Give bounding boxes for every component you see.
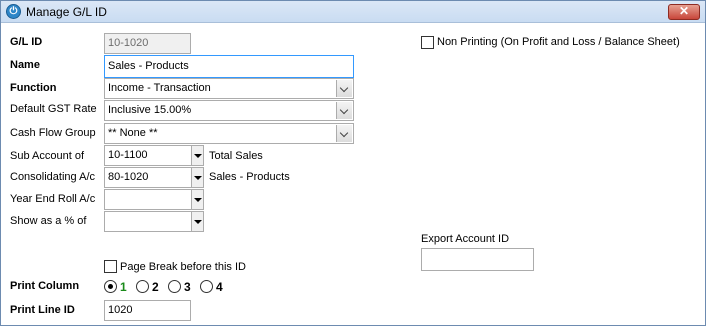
year-end-roll-label: Year End Roll A/c <box>10 193 96 205</box>
consolidating-value: 80-1020 <box>108 171 149 183</box>
dropdown-arrow-icon[interactable] <box>191 190 203 209</box>
function-value: Income - Transaction <box>108 82 211 94</box>
page-break-label: Page Break before this ID <box>120 261 246 273</box>
print-column-option-4: 4 <box>216 280 223 294</box>
print-column-label: Print Column <box>10 280 80 292</box>
cash-flow-value: ** None ** <box>108 127 158 139</box>
gst-rate-label: Default GST Rate <box>10 103 97 115</box>
show-as-percent-label: Show as a % of <box>10 215 87 227</box>
consolidating-combo[interactable]: 80-1020 <box>104 167 204 188</box>
show-as-percent-combo[interactable] <box>104 211 204 232</box>
manage-gl-id-window: ⏻ Manage G/L ID ✕ G/L ID 10-1020 Name Sa… <box>0 0 706 326</box>
cash-flow-label: Cash Flow Group <box>10 127 96 139</box>
name-label: Name <box>10 59 40 71</box>
consolidating-description: Sales - Products <box>209 171 290 183</box>
dropdown-arrow-icon[interactable] <box>191 146 203 165</box>
print-column-radio-2[interactable] <box>136 280 149 293</box>
print-column-option-3: 3 <box>184 280 191 294</box>
print-line-id-field[interactable]: 1020 <box>104 300 191 321</box>
page-break-checkbox[interactable] <box>104 260 117 273</box>
form-body: G/L ID 10-1020 Name Sales - Products Fun… <box>1 24 705 325</box>
year-end-roll-combo[interactable] <box>104 189 204 210</box>
gl-id-field: 10-1020 <box>104 33 191 54</box>
dropdown-arrow-icon[interactable] <box>191 168 203 187</box>
print-column-radio-4[interactable] <box>200 280 213 293</box>
title-bar: ⏻ Manage G/L ID ✕ <box>1 1 705 23</box>
print-column-option-1: 1 <box>120 280 127 294</box>
chevron-down-icon[interactable] <box>336 80 352 97</box>
non-printing-label: Non Printing (On Profit and Loss / Balan… <box>437 36 680 48</box>
sub-account-value: 10-1100 <box>108 149 148 161</box>
print-column-radio-1[interactable] <box>104 280 117 293</box>
export-account-field[interactable] <box>421 248 534 271</box>
print-column-radio-3[interactable] <box>168 280 181 293</box>
app-power-icon: ⏻ <box>6 4 21 19</box>
print-column-option-2: 2 <box>152 280 159 294</box>
name-field[interactable]: Sales - Products <box>104 55 354 78</box>
window-title: Manage G/L ID <box>26 5 107 19</box>
close-button[interactable]: ✕ <box>668 4 700 20</box>
chevron-down-icon[interactable] <box>336 102 352 119</box>
dropdown-arrow-icon[interactable] <box>191 212 203 231</box>
sub-account-description: Total Sales <box>209 150 263 162</box>
sub-account-label: Sub Account of <box>10 150 84 162</box>
chevron-down-icon[interactable] <box>336 125 352 142</box>
gst-rate-value: Inclusive 15.00% <box>108 104 192 116</box>
gst-rate-dropdown[interactable]: Inclusive 15.00% <box>104 100 354 121</box>
non-printing-checkbox[interactable] <box>421 36 434 49</box>
function-label: Function <box>10 82 57 94</box>
print-line-id-label: Print Line ID <box>10 304 75 316</box>
sub-account-combo[interactable]: 10-1100 <box>104 145 204 166</box>
gl-id-label: G/L ID <box>10 36 43 48</box>
consolidating-label: Consolidating A/c <box>10 171 95 183</box>
export-account-label: Export Account ID <box>421 233 510 245</box>
function-dropdown[interactable]: Income - Transaction <box>104 78 354 99</box>
cash-flow-dropdown[interactable]: ** None ** <box>104 123 354 144</box>
